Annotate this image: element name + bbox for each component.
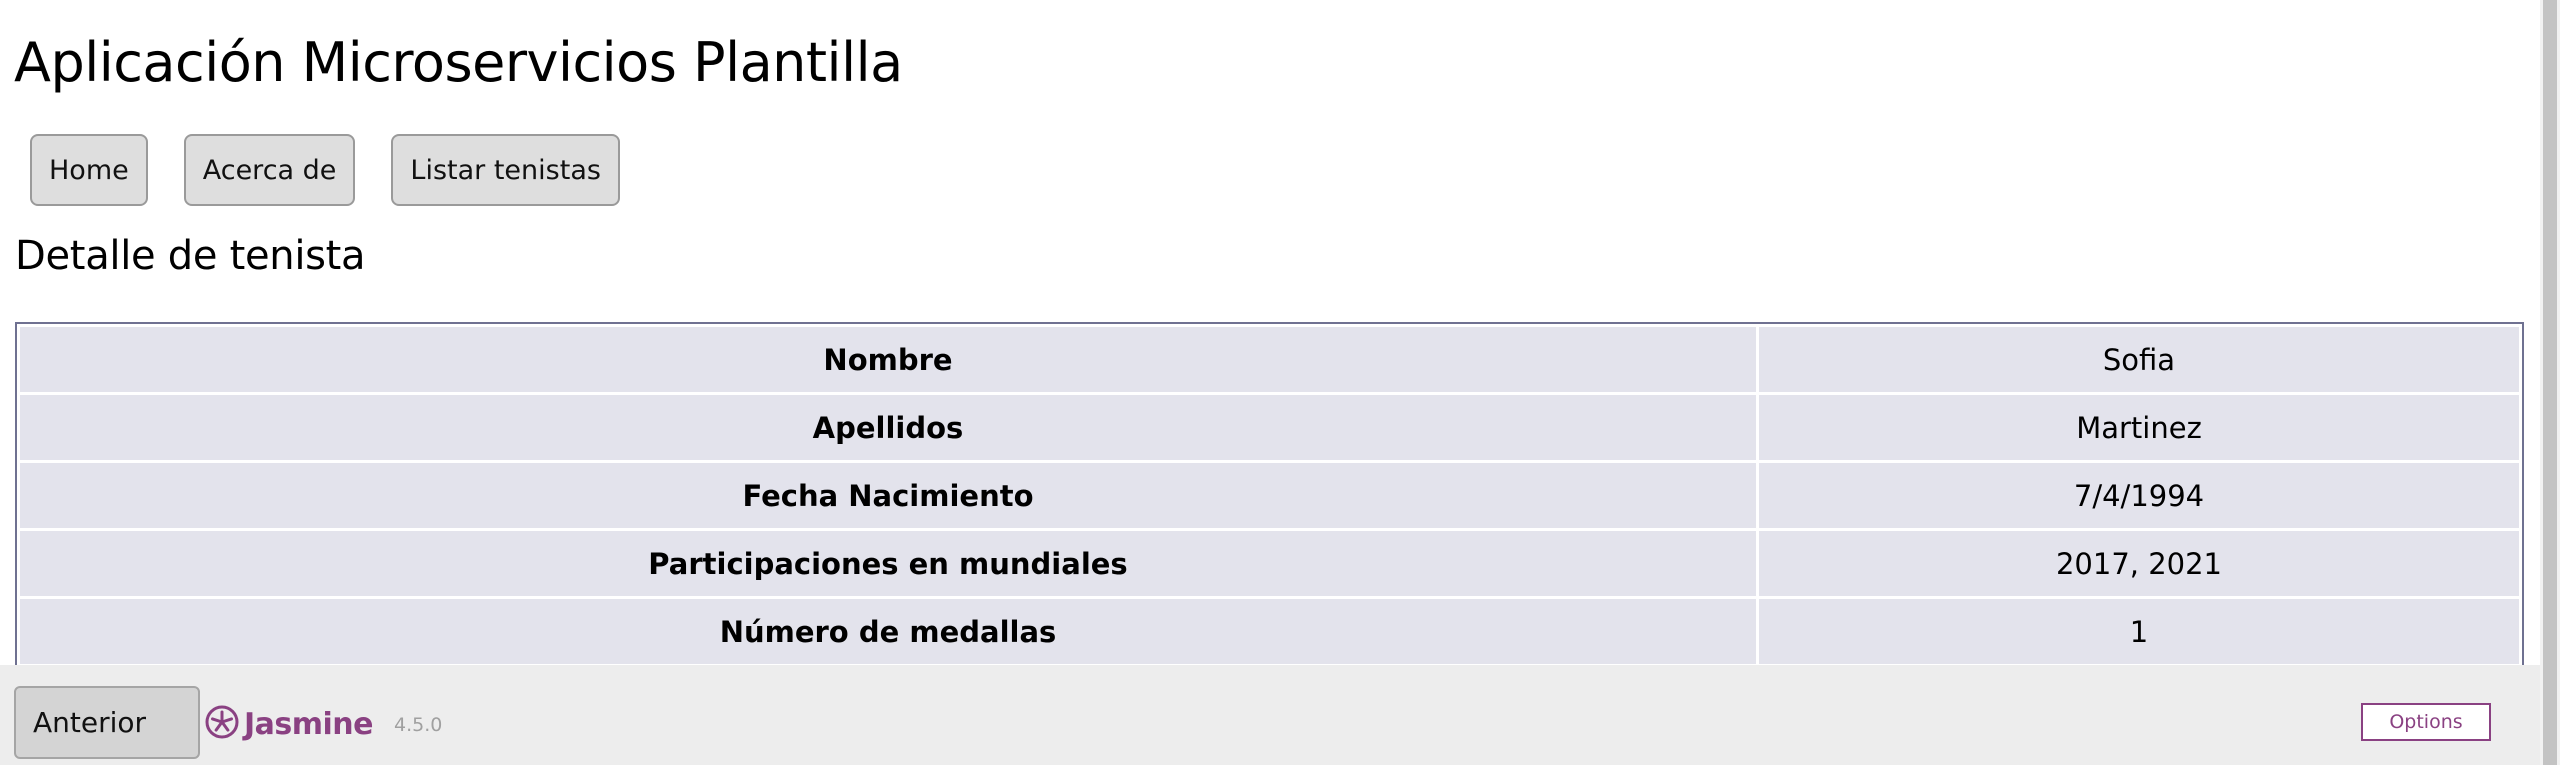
- section-title: Detalle de tenista: [15, 233, 366, 279]
- jasmine-logo: Jasmine: [204, 704, 374, 744]
- detail-label: Participaciones en mundiales: [20, 531, 1756, 596]
- jasmine-footer: Anterior Jasmine 4.5.0 Options: [0, 665, 2540, 765]
- jasmine-version: 4.5.0: [394, 714, 443, 736]
- jasmine-name: Jasmine: [244, 706, 374, 742]
- table-row: Fecha Nacimiento 7/4/1994: [20, 463, 2519, 528]
- table-row: Participaciones en mundiales 2017, 2021: [20, 531, 2519, 596]
- app-title: Aplicación Microservicios Plantilla: [14, 31, 903, 94]
- jasmine-flower-icon: [204, 704, 240, 744]
- detail-value: 2017, 2021: [1759, 531, 2519, 596]
- home-button[interactable]: Home: [30, 134, 148, 206]
- detail-label: Nombre: [20, 327, 1756, 392]
- previous-button[interactable]: Anterior: [14, 686, 200, 759]
- main-nav: Home Acerca de Listar tenistas: [30, 134, 620, 206]
- options-button[interactable]: Options: [2361, 703, 2491, 741]
- vertical-scrollbar[interactable]: [2540, 0, 2560, 765]
- table-row: Número de medallas 1: [20, 599, 2519, 664]
- detail-value: 1: [1759, 599, 2519, 664]
- table-row: Nombre Sofia: [20, 327, 2519, 392]
- list-tennis-players-button[interactable]: Listar tenistas: [391, 134, 620, 206]
- table-row: Apellidos Martinez: [20, 395, 2519, 460]
- detail-value: Martinez: [1759, 395, 2519, 460]
- scrollbar-thumb[interactable]: [2543, 0, 2557, 765]
- detail-label: Número de medallas: [20, 599, 1756, 664]
- detail-label: Fecha Nacimiento: [20, 463, 1756, 528]
- detail-label: Apellidos: [20, 395, 1756, 460]
- about-button[interactable]: Acerca de: [183, 134, 356, 206]
- player-detail-table: Nombre Sofia Apellidos Martinez Fecha Na…: [15, 322, 2524, 669]
- detail-value: 7/4/1994: [1759, 463, 2519, 528]
- detail-value: Sofia: [1759, 327, 2519, 392]
- page: Aplicación Microservicios Plantilla Home…: [0, 0, 2560, 765]
